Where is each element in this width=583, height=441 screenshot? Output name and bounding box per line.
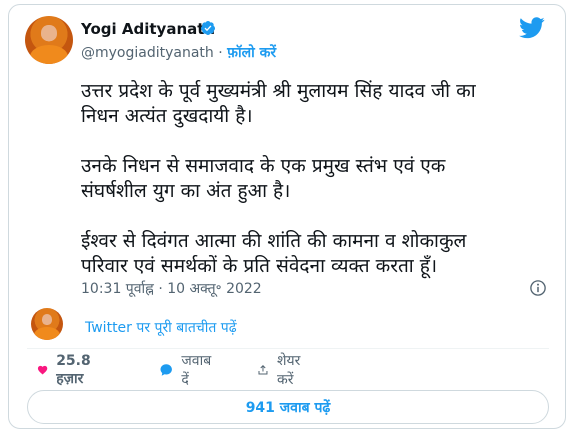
conversation-avatar[interactable]	[31, 308, 63, 340]
follow-link[interactable]: फ़ॉलो करें	[227, 45, 276, 61]
author-avatar[interactable]	[25, 16, 73, 64]
like-button[interactable]: 25.8 हज़ार	[37, 353, 98, 387]
divider	[27, 348, 549, 349]
author-handle[interactable]: @myogiadityanath	[81, 45, 214, 61]
info-icon[interactable]	[529, 279, 547, 297]
twitter-bird-icon[interactable]	[519, 17, 545, 39]
share-icon	[258, 365, 268, 375]
share-label: शेयर करें	[276, 353, 301, 388]
tweet-paragraph-1: उत्तर प्रदेश के पूर्व मुख्यमंत्री श्री म…	[81, 80, 476, 127]
tweet-paragraph-3: ईश्वर से दिवंगत आत्मा की शांति की कामना …	[81, 230, 467, 277]
avatar-robe	[29, 44, 69, 64]
verified-badge-icon	[201, 21, 216, 35]
heart-icon	[37, 365, 48, 375]
handle-separator: ·	[218, 45, 223, 61]
reply-button[interactable]: जवाब दें	[159, 353, 215, 388]
tweet-text: उत्तर प्रदेश के पूर्व मुख्यमंत्री श्री म…	[81, 79, 541, 304]
avatar-face	[41, 24, 57, 41]
tweet-card: Yogi Adityanath @myogiadityanath · फ़ॉलो…	[8, 4, 566, 429]
reply-label: जवाब दें	[181, 353, 212, 388]
avatar-robe	[34, 327, 60, 340]
like-count: 25.8 हज़ार	[56, 352, 91, 387]
share-button[interactable]: शेयर करें	[257, 353, 306, 388]
read-replies-button[interactable]: 941 जवाब पढ़ें	[27, 390, 549, 424]
tweet-paragraph-2: उनके निधन से समाजवाद के एक प्रमुख स्तंभ …	[81, 155, 446, 202]
read-conversation-link[interactable]: Twitter पर पूरी बातचीत पढ़ें	[85, 318, 237, 337]
tweet-timestamp[interactable]: 10:31 पूर्वाह्न · 10 अक्तू॰ 2022	[81, 279, 262, 298]
avatar-face	[41, 313, 53, 325]
handle-line: @myogiadityanath · फ़ॉलो करें	[81, 43, 276, 62]
author-name[interactable]: Yogi Adityanath	[81, 20, 215, 38]
reply-bubble-icon	[160, 364, 172, 376]
